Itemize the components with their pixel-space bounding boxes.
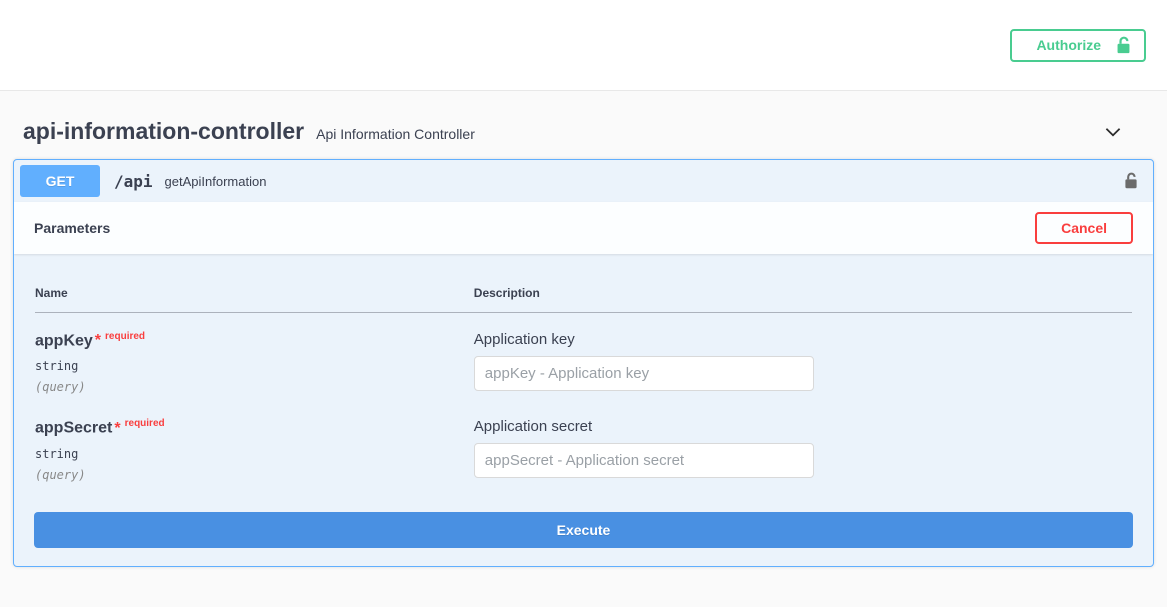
parameter-location: (query): [35, 468, 474, 482]
parameter-type: string: [35, 359, 474, 373]
authorize-button-label: Authorize: [1036, 37, 1101, 53]
topbar: Authorize: [0, 0, 1167, 91]
required-star: *: [95, 332, 101, 349]
appkey-input[interactable]: [474, 356, 814, 391]
tag-section-header[interactable]: api-information-controller Api Informati…: [0, 91, 1167, 159]
parameter-row: appSecret*required string (query) Applic…: [35, 400, 1132, 487]
authorize-button[interactable]: Authorize: [1010, 29, 1146, 62]
unlock-icon: [1115, 36, 1132, 55]
chevron-down-icon[interactable]: [1102, 121, 1124, 143]
opblock-get: GET /api getApiInformation Parameters Ca…: [13, 159, 1154, 567]
required-label: required: [125, 418, 165, 429]
parameters-title: Parameters: [34, 220, 110, 236]
required-star: *: [114, 420, 120, 437]
cancel-button[interactable]: Cancel: [1035, 212, 1133, 244]
parameters-table: Name Description appKey*required string …: [35, 274, 1132, 488]
parameter-name: appKey*required: [35, 331, 474, 350]
tag-subtitle: Api Information Controller: [316, 122, 475, 142]
parameter-name: appSecret*required: [35, 418, 474, 437]
auth-lock-icon[interactable]: [1123, 172, 1139, 190]
parameters-table-container: Name Description appKey*required string …: [14, 254, 1153, 488]
parameter-description: Application secret: [474, 418, 1132, 435]
parameter-description: Application key: [474, 331, 1132, 348]
parameter-location: (query): [35, 380, 474, 394]
parameter-type: string: [35, 447, 474, 461]
required-label: required: [105, 331, 145, 342]
execute-button[interactable]: Execute: [34, 512, 1133, 548]
name-column-header: Name: [35, 274, 474, 313]
endpoint-summary: getApiInformation: [165, 174, 267, 189]
description-column-header: Description: [474, 274, 1132, 313]
parameters-section-header: Parameters Cancel: [14, 202, 1153, 254]
execute-wrapper: Execute: [14, 488, 1153, 566]
opblock-summary[interactable]: GET /api getApiInformation: [14, 160, 1153, 202]
parameter-row: appKey*required string (query) Applicati…: [35, 313, 1132, 401]
appsecret-input[interactable]: [474, 443, 814, 478]
http-method-badge: GET: [20, 165, 100, 197]
tag-title: api-information-controller: [23, 118, 304, 145]
endpoint-path: /api: [114, 172, 153, 191]
